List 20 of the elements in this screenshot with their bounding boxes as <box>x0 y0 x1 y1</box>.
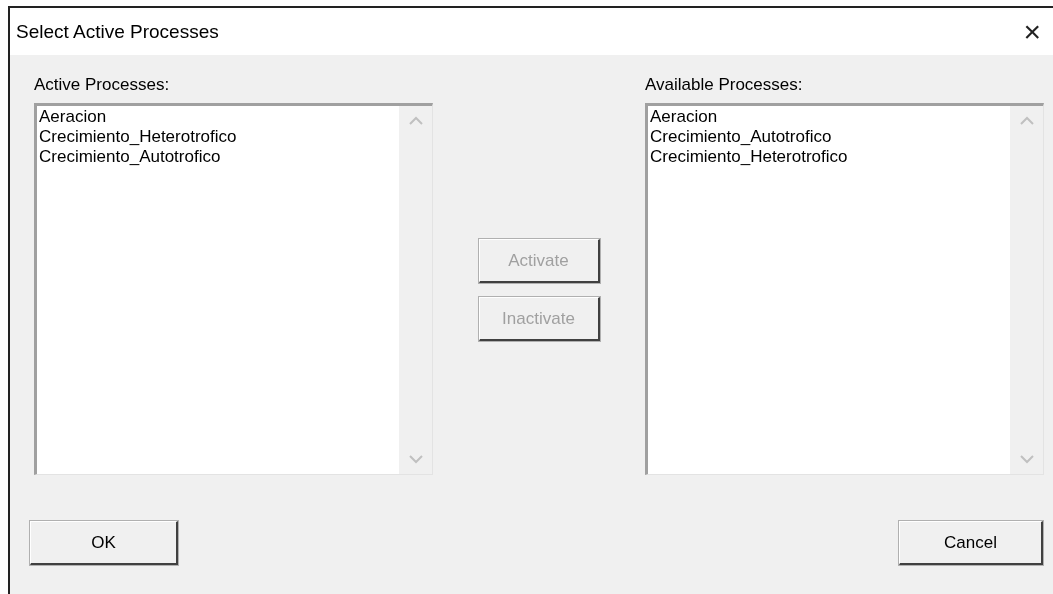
scrollbar[interactable] <box>1010 106 1043 474</box>
scroll-up-icon[interactable] <box>1019 116 1034 125</box>
cancel-button[interactable]: Cancel <box>899 521 1043 565</box>
scroll-up-icon[interactable] <box>408 116 423 125</box>
process-list[interactable]: Aeracion Crecimiento_Autotrofico Crecimiento_Heterotrofico <box>645 103 1044 475</box>
list-item[interactable]: Crecimiento_Autotrofico <box>650 127 832 147</box>
scroll-down-icon[interactable] <box>1019 455 1034 464</box>
list-item[interactable]: Crecimiento_Heterotrofico <box>39 127 237 147</box>
list-item[interactable]: Crecimiento_Autotrofico <box>39 147 221 167</box>
list-item[interactable]: Aeracion <box>39 107 107 127</box>
scroll-down-icon[interactable] <box>408 455 423 464</box>
list-label: Available Processes: <box>645 75 804 95</box>
close-button[interactable]: × <box>1019 16 1045 47</box>
process-list[interactable]: Aeracion Crecimiento_Heterotrofico Crecimiento_Autotrofico <box>34 103 433 475</box>
list-label: Active Processes: <box>34 75 171 95</box>
ok-button[interactable]: OK <box>30 521 178 565</box>
window-title: Select Active Processes <box>16 20 219 43</box>
list-item[interactable]: Crecimiento_Heterotrofico <box>650 147 848 167</box>
scrollbar[interactable] <box>399 106 432 474</box>
list-item[interactable]: Aeracion <box>650 107 718 127</box>
